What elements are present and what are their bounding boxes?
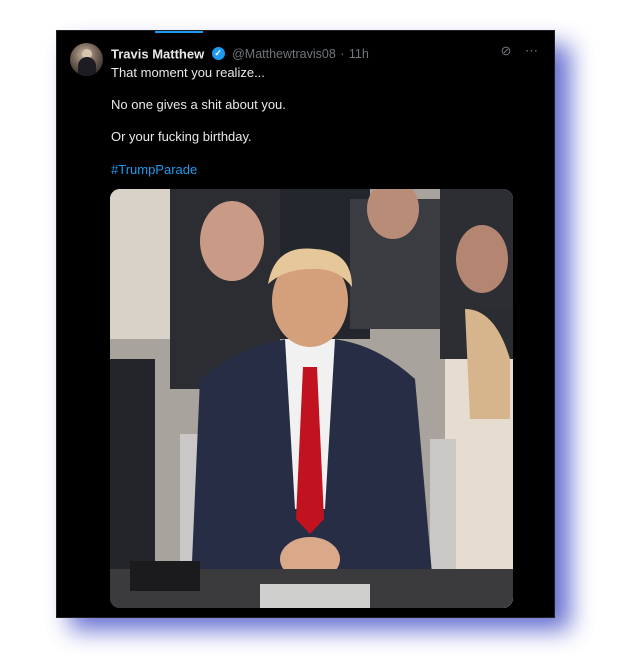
avatar[interactable] (70, 43, 103, 76)
more-icon[interactable]: ⋯ (525, 43, 538, 58)
grok-icon[interactable]: ⊘ (500, 43, 511, 58)
author-name[interactable]: Travis Matthew (111, 46, 204, 61)
hashtag-link[interactable]: #TrumpParade (111, 162, 197, 177)
separator: · (340, 46, 345, 61)
post-time[interactable]: 11h (349, 47, 369, 61)
active-indicator (155, 31, 203, 33)
author-handle[interactable]: @Matthewtravis08 (232, 47, 336, 61)
post-card[interactable]: Travis Matthew ✓ @Matthewtravis08 · 11h … (56, 30, 555, 618)
post-photo-illustration (110, 189, 513, 608)
post-line-2: No one gives a shit about you. (111, 97, 286, 112)
post-header: Travis Matthew ✓ @Matthewtravis08 · 11h (111, 45, 534, 63)
post-line-1: That moment you realize... (111, 65, 265, 80)
post-image[interactable] (110, 189, 513, 608)
verified-badge-icon: ✓ (211, 47, 225, 61)
header-actions: ⊘ ⋯ (490, 43, 538, 59)
post-line-3: Or your fucking birthday. (111, 129, 252, 144)
